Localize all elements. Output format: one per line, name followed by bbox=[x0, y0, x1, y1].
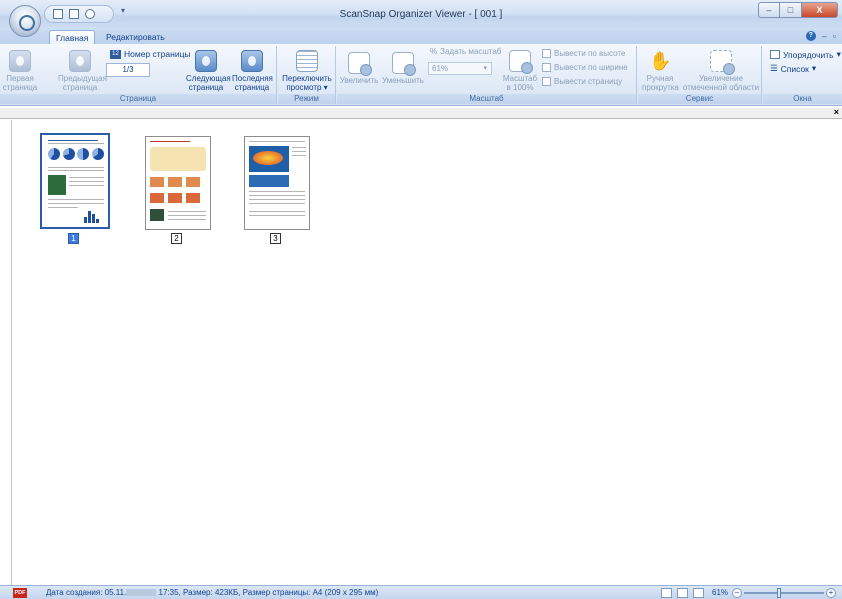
list-button[interactable]: ☰ Список ▾ bbox=[770, 63, 816, 74]
status-text: Дата создания: 05.11. 17:35, Размер: 423… bbox=[46, 588, 379, 597]
group-service-label: Сервис bbox=[638, 94, 761, 104]
scale-100-icon bbox=[509, 50, 533, 74]
fit-page-icon bbox=[542, 77, 551, 86]
fit-height-button[interactable]: Вывести по высоте bbox=[542, 49, 625, 58]
view-grid-small-icon[interactable] bbox=[693, 588, 704, 598]
zoom-in-small-icon[interactable]: + bbox=[826, 588, 836, 598]
title-bar: ▾ ScanSnap Organizer Viewer - [ 001 ] – … bbox=[0, 0, 842, 37]
scale-select[interactable]: 61% bbox=[428, 62, 492, 75]
page-number-badge-1[interactable]: 1 bbox=[68, 233, 79, 244]
switch-view-button[interactable]: Переключить просмотр ▾ bbox=[282, 50, 332, 92]
first-page-icon bbox=[9, 50, 31, 72]
view-double-icon[interactable] bbox=[677, 588, 688, 598]
page-number-input[interactable]: 1/3 bbox=[106, 63, 150, 77]
last-page-button[interactable]: Последняя страница bbox=[232, 50, 273, 92]
scale-100-button[interactable]: Масштаб в 100% bbox=[500, 50, 540, 92]
list-icon: ☰ bbox=[770, 63, 778, 73]
next-page-icon bbox=[195, 50, 217, 72]
page-thumbnail-3[interactable] bbox=[244, 136, 310, 230]
prev-page-icon bbox=[69, 50, 91, 72]
arrange-button[interactable]: Упорядочить ▾ bbox=[770, 49, 841, 60]
document-tab-bar: × bbox=[0, 107, 842, 119]
group-windows-label: Окна bbox=[763, 94, 842, 104]
set-scale-label: % Задать масштаб bbox=[430, 47, 502, 56]
first-page-button[interactable]: Первая страница bbox=[2, 50, 38, 92]
group-service: ✋ Ручная прокрутка Увеличение отмеченной… bbox=[638, 46, 762, 104]
redacted-mark bbox=[126, 589, 157, 597]
hand-icon: ✋ bbox=[649, 51, 672, 71]
arrange-icon bbox=[770, 50, 780, 59]
close-button[interactable]: X bbox=[802, 2, 838, 18]
fit-page-button[interactable]: Вывести страницу bbox=[542, 77, 622, 86]
tab-home[interactable]: Главная bbox=[49, 30, 96, 44]
page-number-icon: 12 bbox=[110, 49, 121, 59]
next-page-button[interactable]: Следующая страница bbox=[186, 50, 231, 92]
zoom-slider[interactable] bbox=[744, 592, 824, 594]
help-icon[interactable]: ? bbox=[805, 31, 816, 41]
zoom-slider-thumb[interactable] bbox=[777, 588, 781, 598]
group-mode: Переключить просмотр ▾ Режим bbox=[278, 46, 336, 104]
maximize-button[interactable]: □ bbox=[780, 2, 802, 18]
zoom-out-button[interactable]: Уменьшить bbox=[381, 52, 425, 85]
zoom-area-icon bbox=[710, 50, 735, 75]
view-single-icon[interactable] bbox=[661, 588, 672, 598]
help-area: ? – ▫ bbox=[805, 31, 836, 41]
minimize-button[interactable]: – bbox=[758, 2, 780, 18]
window-controls: – □ X bbox=[758, 2, 838, 18]
fit-width-button[interactable]: Вывести по ширине bbox=[542, 63, 628, 72]
status-bar: PDF Дата создания: 05.11. 17:35, Размер:… bbox=[0, 585, 842, 599]
fit-width-icon bbox=[542, 63, 551, 72]
window-title: ScanSnap Organizer Viewer - [ 001 ] bbox=[339, 9, 503, 20]
group-scale-label: Масштаб bbox=[337, 94, 636, 104]
tab-edit[interactable]: Редактировать bbox=[100, 30, 171, 44]
page-number-badge-3[interactable]: 3 bbox=[270, 233, 281, 244]
percent-icon: % bbox=[430, 47, 438, 56]
zoom-out-icon bbox=[392, 52, 416, 76]
zoom-in-button[interactable]: Увеличить bbox=[339, 52, 379, 85]
page-number-label: 12 Номер страницы bbox=[110, 49, 191, 59]
close-document-icon[interactable]: × bbox=[834, 107, 839, 117]
page-preview bbox=[44, 137, 106, 225]
zoom-in-icon bbox=[348, 52, 372, 76]
page-number-badge-2[interactable]: 2 bbox=[171, 233, 182, 244]
thumbnail-pane: 1 2 3 bbox=[11, 120, 842, 585]
ribbon: Первая страница Предыдущая страница 12 Н… bbox=[0, 44, 842, 106]
hand-scroll-button[interactable]: ✋ Ручная прокрутка bbox=[642, 50, 679, 92]
ribbon-tabs: Главная Редактировать ? – ▫ bbox=[0, 30, 842, 44]
ribbon-restore-icon[interactable]: ▫ bbox=[833, 31, 836, 41]
page-thumbnail-2[interactable] bbox=[145, 136, 211, 230]
ribbon-minimize-icon[interactable]: – bbox=[822, 31, 827, 41]
page-preview bbox=[245, 137, 309, 229]
page-preview bbox=[146, 137, 210, 229]
last-page-icon bbox=[241, 50, 263, 72]
group-page: Первая страница Предыдущая страница 12 Н… bbox=[0, 46, 277, 104]
prev-page-button[interactable]: Предыдущая страница bbox=[58, 50, 107, 92]
zoom-out-small-icon[interactable]: – bbox=[732, 588, 742, 598]
group-page-label: Страница bbox=[0, 94, 276, 104]
fit-height-icon bbox=[542, 49, 551, 58]
group-mode-label: Режим bbox=[278, 94, 335, 104]
page-thumbnail-1[interactable] bbox=[40, 133, 110, 229]
zoom-area-button[interactable]: Увеличение отмеченной области bbox=[682, 50, 760, 92]
view-grid-icon bbox=[296, 50, 318, 72]
pdf-icon: PDF bbox=[13, 588, 27, 598]
status-zoom-value: 61% bbox=[712, 588, 729, 597]
app-menu-button[interactable] bbox=[9, 5, 41, 37]
